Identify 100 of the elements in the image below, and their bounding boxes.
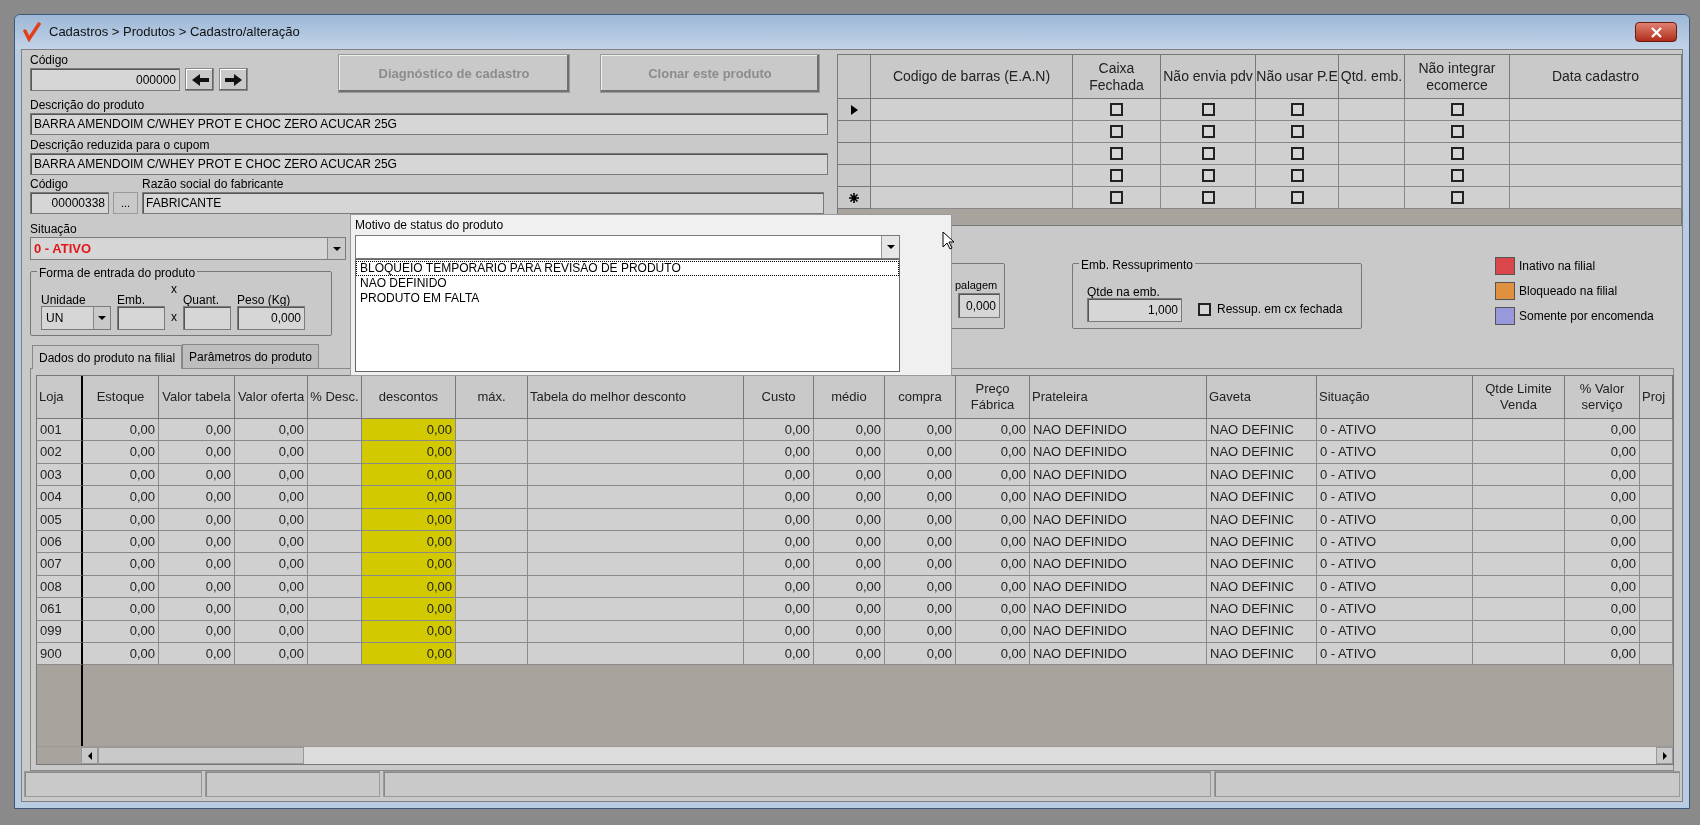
table-cell: 0,00 bbox=[885, 441, 956, 464]
checkbox[interactable] bbox=[1201, 191, 1215, 204]
browse-button[interactable]: ... bbox=[113, 192, 138, 214]
table-cell: 0,00 bbox=[235, 530, 308, 554]
table-cell: 0 - ATIVO bbox=[1317, 463, 1473, 487]
checkbox[interactable] bbox=[1110, 125, 1123, 138]
dropdown-option[interactable]: PRODUTO EM FALTA bbox=[356, 291, 899, 306]
table-cell: 0,00 bbox=[885, 575, 956, 599]
table-cell: 0,00 bbox=[159, 486, 235, 509]
quantity-field[interactable] bbox=[183, 306, 231, 330]
table-cell: 0,00 bbox=[362, 463, 456, 487]
table-cell: 004 bbox=[37, 486, 83, 509]
close-button[interactable] bbox=[1635, 22, 1677, 42]
dropdown-option[interactable]: NAO DEFINIDO bbox=[356, 276, 899, 291]
table-cell: 0,00 bbox=[744, 575, 814, 599]
dropdown-arrow-icon bbox=[98, 316, 106, 320]
tab[interactable]: Parâmetros do produto bbox=[182, 344, 319, 368]
checkbox[interactable] bbox=[1450, 169, 1464, 182]
table-cell bbox=[1640, 508, 1673, 531]
table-cell: 061 bbox=[37, 598, 83, 621]
table-cell bbox=[308, 642, 362, 666]
unit-combo[interactable]: UN bbox=[41, 306, 111, 330]
table-cell: 0,00 bbox=[235, 553, 308, 576]
table-cell: 0,00 bbox=[814, 463, 885, 487]
table-cell: 0,00 bbox=[814, 419, 885, 442]
field-label: Código bbox=[30, 52, 70, 68]
status-reason-combo[interactable] bbox=[355, 235, 900, 259]
table-cell bbox=[456, 463, 528, 487]
column-header: Prateleira bbox=[1030, 376, 1207, 419]
field-label: Qtde na emb. bbox=[1087, 284, 1161, 298]
table-cell: 0,00 bbox=[362, 620, 456, 643]
table-cell: 0,00 bbox=[235, 598, 308, 621]
description-field[interactable]: BARRA AMENDOIM C/WHEY PROT E CHOC ZERO ACUCAR 25G bbox=[30, 113, 828, 135]
checkbox[interactable] bbox=[1450, 191, 1464, 204]
table-cell: 0,00 bbox=[159, 553, 235, 576]
table-cell: 0,00 bbox=[83, 486, 159, 509]
checkbox[interactable] bbox=[1450, 103, 1464, 116]
checkbox[interactable] bbox=[1290, 147, 1304, 160]
field-label: Emb. bbox=[117, 292, 146, 306]
table-cell bbox=[456, 575, 528, 599]
packaging-field[interactable]: 0,000 bbox=[958, 293, 1000, 318]
checkbox[interactable] bbox=[1290, 169, 1304, 182]
checkbox[interactable] bbox=[1201, 103, 1215, 116]
scroll-right-button[interactable] bbox=[1656, 747, 1673, 764]
horizontal-scrollbar[interactable] bbox=[37, 746, 1673, 764]
checkbox[interactable] bbox=[1110, 147, 1123, 160]
checkbox[interactable] bbox=[1110, 191, 1123, 204]
checkbox[interactable] bbox=[1290, 125, 1304, 138]
next-button[interactable] bbox=[219, 68, 248, 91]
checkbox[interactable] bbox=[1290, 191, 1304, 204]
column-header: Gaveta bbox=[1207, 376, 1317, 419]
quantity-field[interactable]: 1,000 bbox=[1087, 298, 1182, 322]
checkbox[interactable] bbox=[1290, 103, 1304, 116]
checkbox[interactable] bbox=[1110, 103, 1123, 116]
table-cell: NAO DEFINIC bbox=[1207, 508, 1317, 531]
table-cell: 0 - ATIVO bbox=[1317, 575, 1473, 599]
legend-label: Inativo na filial bbox=[1519, 258, 1596, 275]
checkbox[interactable] bbox=[1201, 147, 1215, 160]
row-indicator[interactable] bbox=[838, 187, 871, 209]
code-field[interactable]: 000000 bbox=[30, 68, 180, 91]
tab[interactable]: Dados do produto na filial bbox=[32, 345, 183, 369]
table-cell: 0,00 bbox=[885, 419, 956, 442]
table-cell bbox=[308, 463, 362, 487]
table-cell: 0 - ATIVO bbox=[1317, 530, 1473, 554]
table-cell bbox=[308, 508, 362, 531]
asterisk-icon bbox=[849, 192, 859, 203]
checkbox[interactable] bbox=[1198, 302, 1211, 316]
mouse-pointer-icon bbox=[942, 231, 956, 251]
checkbox[interactable] bbox=[1110, 169, 1123, 182]
manufacturer-code-field[interactable]: 00000338 bbox=[30, 192, 109, 214]
row-indicator[interactable] bbox=[838, 99, 871, 121]
pack-field[interactable] bbox=[117, 306, 165, 330]
weight-field[interactable]: 0,000 bbox=[237, 306, 305, 330]
short-description-field[interactable]: BARRA AMENDOIM C/WHEY PROT E CHOC ZERO ACUCAR 25G bbox=[30, 153, 828, 175]
scroll-left-button[interactable] bbox=[81, 747, 98, 764]
table-cell: 0 - ATIVO bbox=[1317, 620, 1473, 643]
dropdown-option[interactable]: BLOQUEIO TEMPORARIO PARA REVISÃO DE PRODUTO bbox=[356, 261, 899, 276]
table-cell: 0 - ATIVO bbox=[1317, 642, 1473, 666]
table-cell: NAO DEFINIDO bbox=[1030, 620, 1207, 643]
manufacturer-field[interactable]: FABRICANTE bbox=[142, 192, 824, 214]
column-header: máx. bbox=[456, 376, 528, 419]
checkbox[interactable] bbox=[1201, 125, 1215, 138]
table-cell: 003 bbox=[37, 463, 83, 487]
table-cell bbox=[456, 620, 528, 643]
table-cell: 0,00 bbox=[956, 441, 1030, 464]
table-cell: 0,00 bbox=[159, 575, 235, 599]
table-cell: 0,00 bbox=[744, 642, 814, 666]
table-cell: 0,00 bbox=[814, 642, 885, 666]
checkbox[interactable] bbox=[1201, 169, 1215, 182]
table-cell: 002 bbox=[37, 441, 83, 464]
table-cell bbox=[308, 530, 362, 554]
legend-label: Bloqueado na filial bbox=[1519, 283, 1618, 300]
table-cell: 0,00 bbox=[814, 486, 885, 509]
table-cell: NAO DEFINIDO bbox=[1030, 486, 1207, 509]
table-cell: 0,00 bbox=[814, 553, 885, 576]
checkbox[interactable] bbox=[1450, 147, 1464, 160]
table-cell: 0,00 bbox=[814, 620, 885, 643]
checkbox[interactable] bbox=[1450, 125, 1464, 138]
scrollbar-thumb[interactable] bbox=[98, 747, 304, 764]
previous-button[interactable] bbox=[185, 68, 214, 91]
